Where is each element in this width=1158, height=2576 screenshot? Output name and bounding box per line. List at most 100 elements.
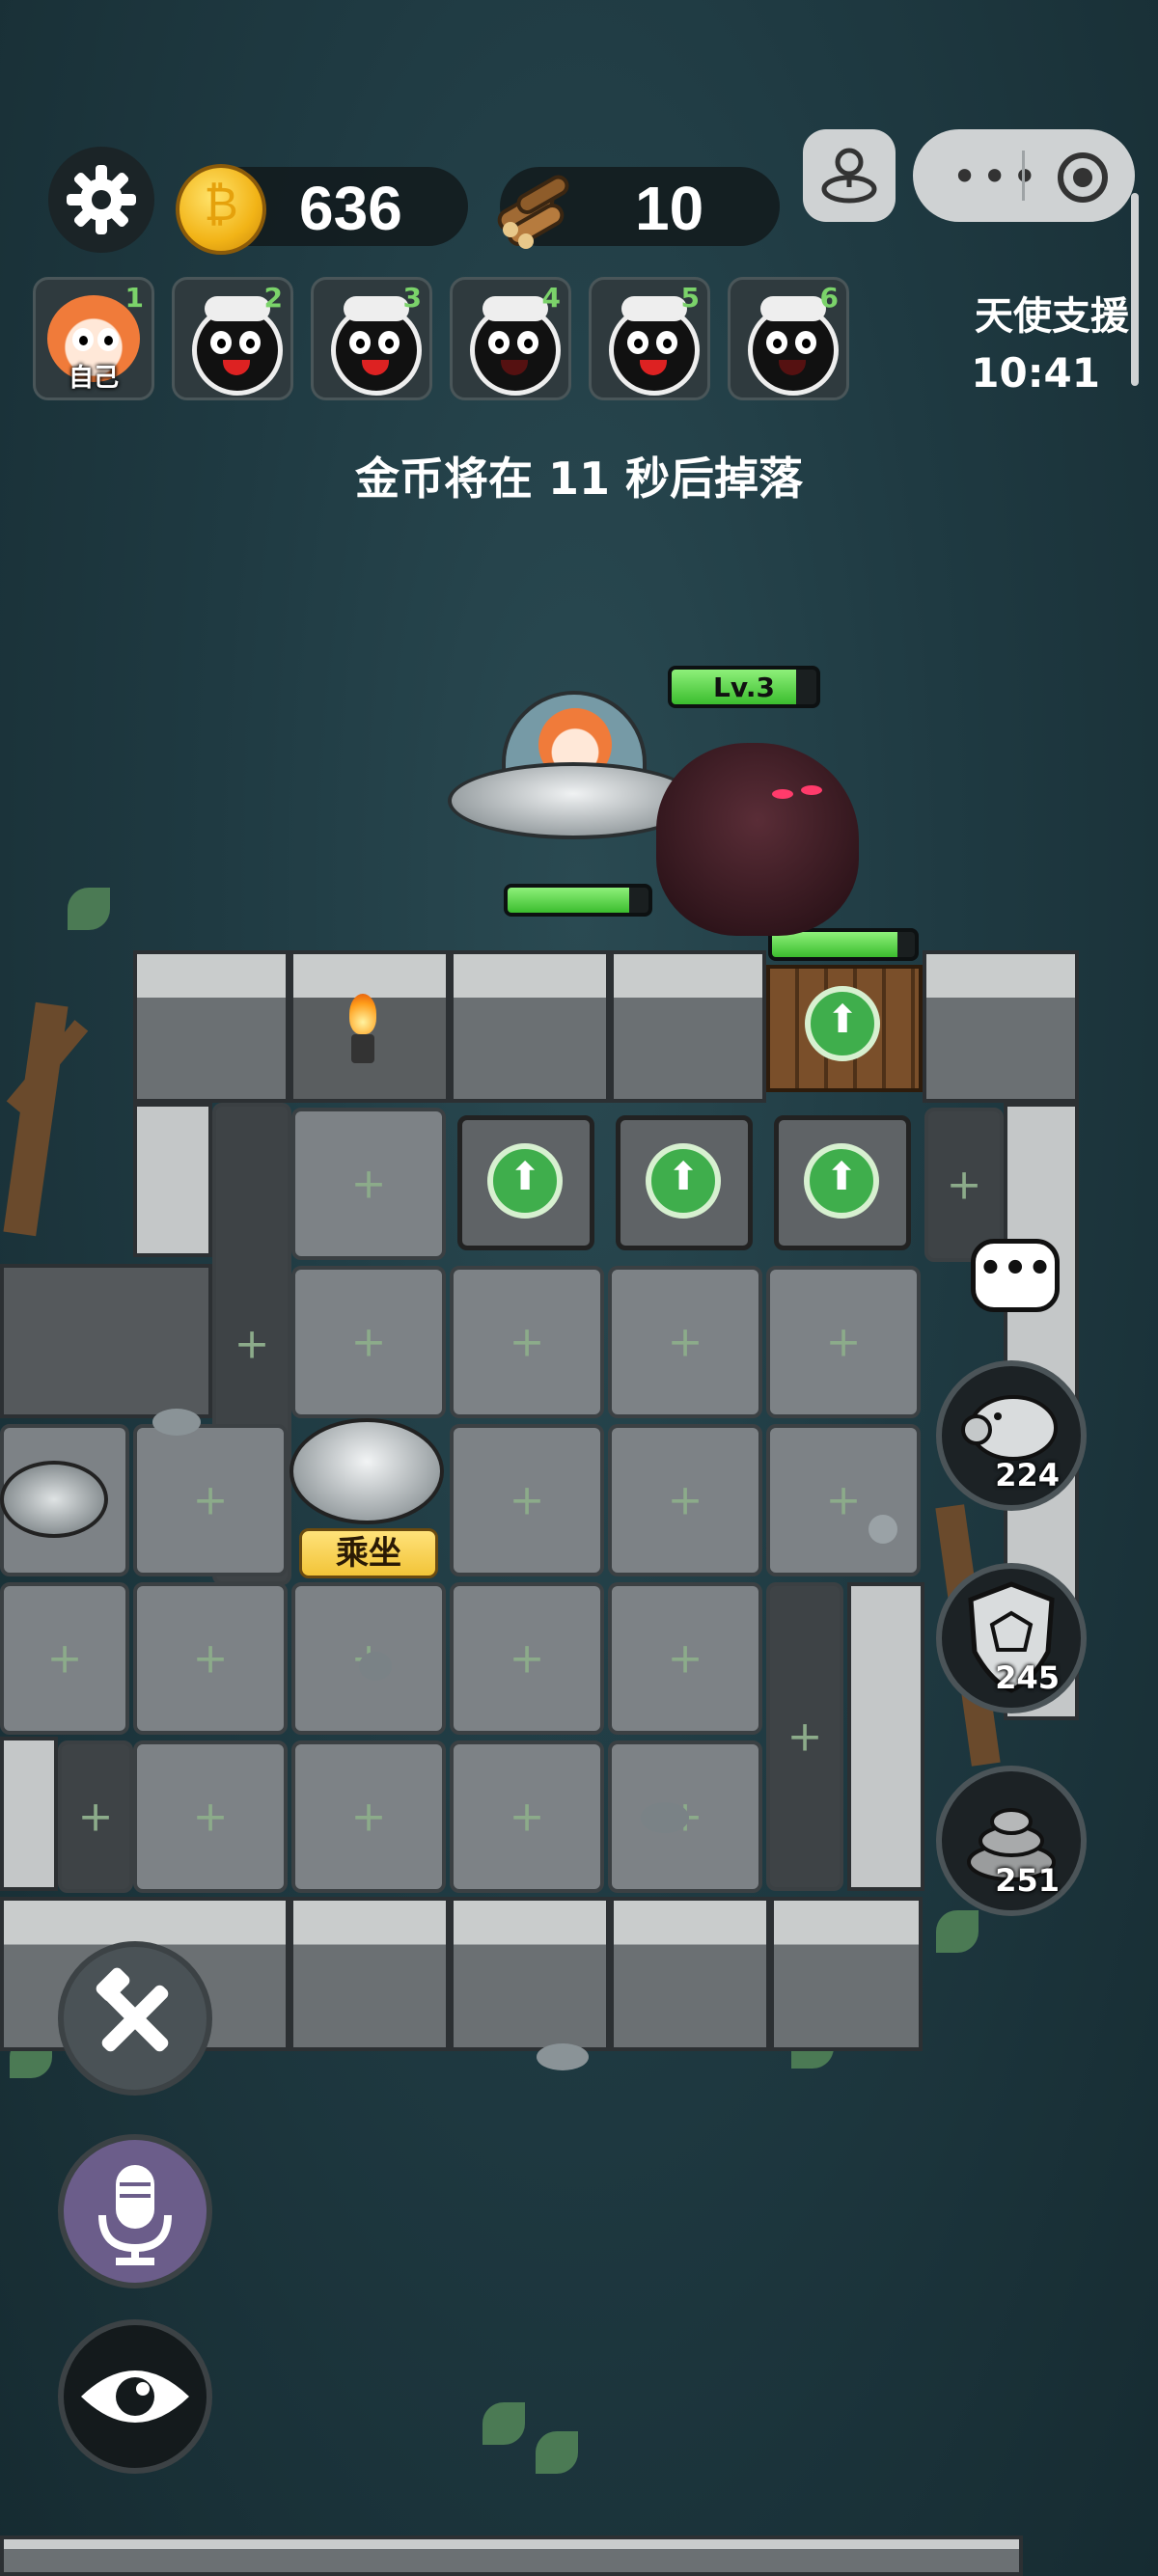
upgrade-arrow-icon[interactable]: [646, 1143, 721, 1219]
wall-block: [923, 950, 1079, 1103]
rock-decor: [359, 1652, 392, 1681]
wall-block: [133, 1103, 212, 1257]
upgrade-arrow-icon[interactable]: [804, 1143, 879, 1219]
player-slot-5[interactable]: 5: [589, 277, 710, 400]
sheep-avatar: [748, 296, 839, 396]
coin-icon: [176, 164, 266, 255]
floor-tile: [766, 1582, 843, 1891]
scrollbar[interactable]: [1131, 193, 1139, 386]
piggy-bank-button[interactable]: 224: [936, 1360, 1087, 1511]
floor-tile[interactable]: [450, 1266, 604, 1418]
player-slot-6[interactable]: 6: [728, 277, 849, 400]
rock-decor: [537, 2043, 589, 2070]
wall-block: [610, 950, 766, 1103]
plant-decor: [936, 1910, 979, 1953]
wall-block: [847, 1582, 924, 1891]
mini-program-icon: [821, 148, 877, 204]
poop-count: 251: [995, 1862, 1060, 1899]
floor-tile[interactable]: [133, 1582, 288, 1735]
slot-number: 6: [819, 282, 839, 314]
floor-tile[interactable]: [608, 1424, 762, 1576]
player-slot-3[interactable]: 3: [311, 277, 432, 400]
floor-tile[interactable]: [608, 1266, 762, 1418]
sheep-avatar: [470, 296, 561, 396]
mini-program-button[interactable]: [803, 129, 896, 222]
build-tools-button[interactable]: [58, 1941, 212, 2096]
crossbow-turret[interactable]: [774, 1115, 911, 1250]
close-icon[interactable]: [1058, 152, 1108, 203]
eye-icon: [81, 2370, 189, 2423]
plant-decor: [68, 888, 110, 930]
wall-block: [610, 1897, 770, 2051]
floor-tile[interactable]: [291, 1740, 446, 1893]
wall-block: [133, 950, 290, 1103]
crossbow-turret[interactable]: [457, 1115, 594, 1250]
sheep-avatar: [609, 296, 700, 396]
piggy-bank-count: 224: [995, 1457, 1060, 1494]
wall-block: [450, 950, 610, 1103]
microphone-button[interactable]: [58, 2134, 212, 2288]
coin-amount: 636: [299, 174, 402, 243]
plant-decor: [482, 2402, 525, 2445]
sheep-avatar: [331, 296, 422, 396]
coin-drop-notice: 金币将在 11 秒后掉落: [354, 452, 804, 505]
countdown-timer: 10:41: [971, 349, 1100, 397]
gear-icon: [67, 165, 136, 234]
more-icon[interactable]: •••: [951, 151, 1041, 203]
floor-tile[interactable]: [766, 1266, 921, 1418]
teleport-pad[interactable]: [0, 1461, 108, 1538]
wall-block: [0, 1264, 212, 1418]
floor-tile[interactable]: [291, 1266, 446, 1418]
player-slot-1[interactable]: 1 自己: [33, 277, 154, 400]
slot-number: 2: [263, 282, 283, 314]
ride-button[interactable]: 乘坐: [299, 1528, 438, 1578]
player-slot-2[interactable]: 2: [172, 277, 293, 400]
floor-tile[interactable]: [291, 1108, 446, 1260]
rock-decor: [152, 1409, 201, 1436]
capsule-menu: •••: [913, 129, 1135, 222]
sheep-avatar: [192, 296, 283, 396]
floor-tile[interactable]: [450, 1582, 604, 1735]
player-slot-4[interactable]: 4: [450, 277, 571, 400]
slot-number: 5: [680, 282, 700, 314]
floor-tile[interactable]: [0, 1582, 129, 1735]
angel-support-label[interactable]: 天使支援: [975, 285, 1129, 341]
capsule-divider: [1022, 151, 1025, 201]
floor-tile[interactable]: [608, 1582, 762, 1735]
wall-block: [770, 1897, 923, 2051]
wall-block: [0, 2535, 1023, 2576]
upgrade-arrow-icon[interactable]: [805, 986, 880, 1061]
floor-tile[interactable]: [133, 1740, 288, 1893]
wall-block: [0, 1737, 58, 1891]
tools-icon: [96, 1967, 169, 2052]
wall-block: [450, 1897, 610, 2051]
plant-decor: [536, 2431, 578, 2474]
shield-count: 245: [995, 1659, 1060, 1696]
wood-amount: 10: [635, 174, 704, 243]
settings-button[interactable]: [48, 147, 154, 253]
gate-health-fill: [772, 932, 898, 957]
slot-number: 1: [124, 282, 144, 314]
view-button[interactable]: [58, 2319, 212, 2474]
empty-ufo[interactable]: [290, 1418, 444, 1524]
microphone-icon: [98, 2165, 172, 2265]
self-label: 自己: [68, 364, 119, 393]
werewolf-monster: [656, 743, 859, 936]
player-health-bar: [504, 884, 652, 917]
chat-button[interactable]: •••: [971, 1239, 1060, 1312]
floor-tile: [58, 1740, 133, 1893]
shield-button[interactable]: 245: [936, 1563, 1087, 1713]
crossbow-turret[interactable]: [616, 1115, 753, 1250]
floor-tile[interactable]: [450, 1424, 604, 1576]
player-health-fill: [508, 888, 629, 913]
floor-tile[interactable]: [133, 1424, 288, 1576]
floor-tile[interactable]: [766, 1424, 921, 1576]
torch-icon: [342, 994, 384, 1071]
slot-number: 3: [402, 282, 422, 314]
wood-icon: [497, 175, 569, 249]
enemy-health-bar: Lv.3: [668, 666, 820, 708]
upgrade-arrow-icon[interactable]: [487, 1143, 563, 1219]
rock-decor: [868, 1515, 897, 1544]
poop-button[interactable]: 251: [936, 1766, 1087, 1916]
floor-tile[interactable]: [450, 1740, 604, 1893]
